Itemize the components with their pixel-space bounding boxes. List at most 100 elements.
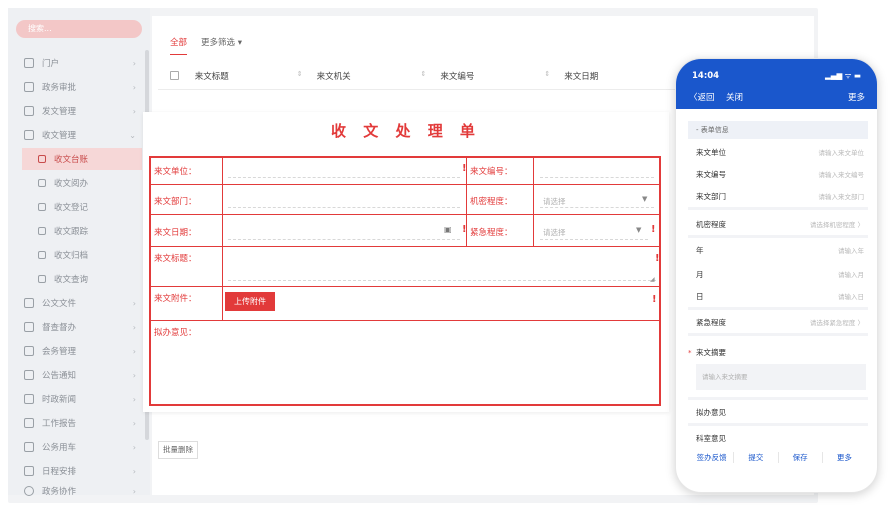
nav-collaboration[interactable]: 政务协作 › [16,480,142,502]
nav-incoming-docs[interactable]: 收文管理 ⌄ [16,124,142,146]
signal-wifi-battery-icon: ▂▄▆ ᯤ ▬ [824,71,861,80]
select-all-checkbox[interactable] [170,71,179,80]
sort-icon[interactable]: ⇕ [421,70,427,82]
calendar-icon[interactable]: ▣ [444,225,452,234]
chevron-right-icon: › [132,322,136,332]
phone-field-year[interactable]: 年请输入年 [696,245,864,256]
chevron-right-icon: › [132,58,136,68]
tab-all[interactable]: 全部 [170,36,188,55]
read-icon [38,179,46,187]
nav-schedule[interactable]: 日程安排 › [16,460,142,482]
secret-select-underline [540,207,654,208]
nav-portal[interactable]: 门户 › [16,52,142,74]
form-info-section[interactable]: - 表单信息 [688,121,868,139]
sort-icon[interactable]: ⇕ [297,70,303,82]
nav-outgoing-docs[interactable]: 发文管理 › [16,100,142,122]
phone-mockup: 14:04 ▂▄▆ ᯤ ▬ 〈返回 关闭 更多 - 表单信息 来文单位 请输入来文… [675,58,878,493]
nav-incoming-track[interactable]: 收文跟踪 [22,220,142,242]
phone-field-month[interactable]: 月请输入月 [696,269,864,280]
nav-incoming-ledger[interactable]: 收文台账 [22,148,142,170]
back-button[interactable]: 〈返回 [689,91,715,103]
caret-down-icon[interactable]: ▼ [636,226,641,234]
unit-input[interactable] [228,177,460,178]
chevron-right-icon: › [132,486,136,496]
required-mark: ! [462,163,467,174]
chevron-right-icon: › [132,394,136,404]
nav-incoming-read[interactable]: 收文阅办 [22,172,142,194]
close-button[interactable]: 关闭 [726,91,743,103]
resize-handle-icon[interactable]: ◢ [650,276,655,283]
secret-select[interactable]: 请选择 [543,196,566,207]
query-icon [38,275,46,283]
dept-input[interactable] [228,207,460,208]
phone-field-unit[interactable]: 来文单位 请输入来文单位 [696,147,864,158]
chevron-down-icon: ⌄ [129,130,136,140]
caret-down-icon[interactable]: ▼ [642,195,647,203]
divider [688,333,868,336]
form-border [149,156,151,406]
column-header[interactable]: 来文编号 ⇕ [440,70,564,82]
nav-incoming-register[interactable]: 收文登记 [22,196,142,218]
phone-field-day[interactable]: 日请输入日 [696,291,864,302]
document-icon [24,106,34,116]
document-icon [24,130,34,140]
summary-input[interactable]: 请输入来文摘要 [696,364,866,390]
phone-field-urgency[interactable]: 紧急程度 请选择紧急程度 〉 [696,317,864,328]
required-mark: ! [652,294,657,305]
chevron-right-icon: › [132,442,136,452]
title-label: 来文标题： [154,254,197,264]
upload-attachment-button[interactable]: 上传附件 [225,292,275,311]
nav-reports[interactable]: 工作报告 › [16,412,142,434]
chevron-right-icon: › [132,418,136,428]
date-input[interactable] [228,239,460,240]
nav-notices[interactable]: 公告通知 › [16,364,142,386]
nav-approval[interactable]: 政务审批 › [16,76,142,98]
opinion-textarea[interactable] [152,338,657,402]
supervision-icon [24,322,34,332]
urgency-select-underline [540,239,648,240]
portal-icon [24,58,34,68]
sort-icon[interactable]: ⇕ [544,70,550,82]
car-icon [24,442,34,452]
feedback-button[interactable]: 签办反馈 [690,452,735,463]
phone-field-number[interactable]: 来文编号 请输入来文编号 [696,169,864,180]
ledger-icon [38,155,46,163]
calendar-icon [24,466,34,476]
column-header[interactable]: 来文日期 [564,70,688,82]
nav-meetings[interactable]: 会务管理 › [16,340,142,362]
urgency-select[interactable]: 请选择 [543,227,566,238]
phone-field-office-opinion[interactable]: 科室意见 [696,433,864,444]
nav-news[interactable]: 时政新闻 › [16,388,142,410]
folder-icon [24,298,34,308]
submit-button[interactable]: 提交 [734,452,779,463]
phone-field-secret[interactable]: 机密程度 请选择机密程度 〉 [696,219,864,230]
collaboration-icon [24,486,34,496]
nav-supervision[interactable]: 督查督办 › [16,316,142,338]
search-input[interactable]: 搜索... [16,20,142,38]
column-header[interactable]: 来文标题 ⇕ [195,70,317,82]
chevron-right-icon: › [132,82,136,92]
approval-icon [24,82,34,92]
tab-more-filters[interactable]: 更多筛选 ▾ [201,36,242,55]
nav-incoming-archive[interactable]: 收文归档 [22,244,142,266]
nav-official-docs[interactable]: 公文文件 › [16,292,142,314]
news-icon [24,394,34,404]
number-input[interactable] [540,177,654,178]
required-mark: ! [462,224,467,235]
save-button[interactable]: 保存 [779,452,823,463]
chevron-right-icon: › [132,370,136,380]
batch-delete-button[interactable]: 批量删除 [158,441,198,459]
divider [688,423,868,426]
divider [688,207,868,210]
more-actions-button[interactable]: 更多 [823,452,866,463]
more-button[interactable]: 更多 [848,91,865,103]
phone-action-bar: 签办反馈 提交 保存 更多 [690,452,866,463]
nav-incoming-query[interactable]: 收文查询 [22,268,142,290]
phone-field-dept[interactable]: 来文部门 请输入来文部门 [696,191,864,202]
title-input[interactable] [228,280,656,281]
form-border [659,156,661,406]
phone-field-summary: 来文摘要 [696,348,726,357]
column-header[interactable]: 来文机关 ⇕ [317,70,441,82]
nav-official-cars[interactable]: 公务用车 › [16,436,142,458]
phone-field-opinion[interactable]: 拟办意见 [696,407,864,418]
